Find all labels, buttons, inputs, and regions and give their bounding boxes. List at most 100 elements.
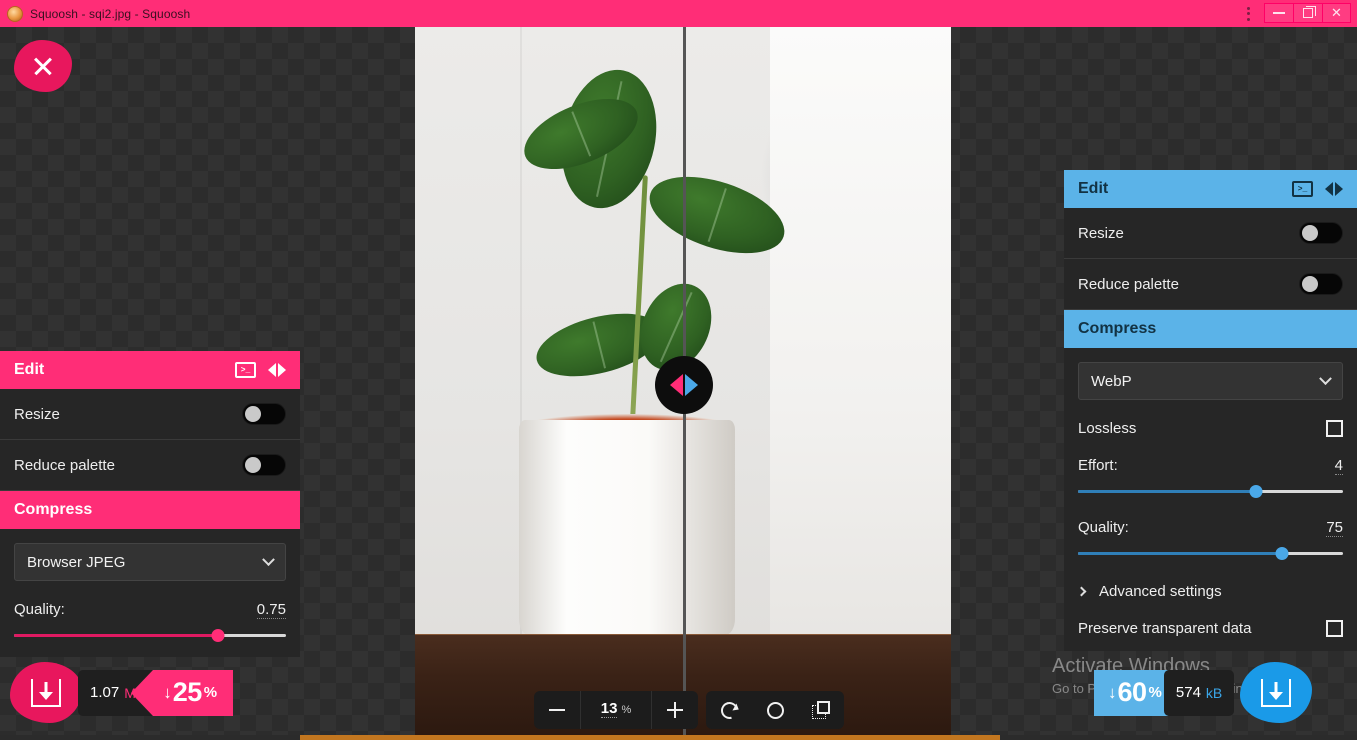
zoom-toolbar: 13 % [534, 691, 844, 729]
left-quality-slider[interactable] [14, 629, 286, 643]
window-controls: ✕ [1264, 2, 1351, 25]
left-file-size-value: 1.07 [90, 684, 120, 701]
close-icon [32, 55, 54, 77]
right-resize-label: Resize [1078, 224, 1124, 242]
right-edit-header[interactable]: Edit >_ [1064, 170, 1357, 208]
right-resize-row[interactable]: Resize [1064, 208, 1357, 259]
squoosh-favicon-icon [7, 5, 23, 22]
right-panel-body: Resize Reduce palette Compress WebP Loss… [1064, 208, 1357, 651]
zoom-level-group: 13 % [534, 691, 698, 729]
desktop-bottom-strip [0, 735, 1357, 740]
plant-stem [629, 175, 648, 441]
left-reduce-palette-toggle[interactable] [242, 454, 286, 476]
split-handle[interactable] [655, 356, 713, 414]
zoom-level-unit: % [621, 704, 632, 716]
toggle-background-icon[interactable] [752, 691, 798, 729]
right-codec-value: WebP [1091, 372, 1132, 390]
zoom-level-value-group[interactable]: 13 % [580, 691, 652, 729]
right-lossless-label: Lossless [1078, 420, 1137, 437]
right-download-button[interactable] [1240, 662, 1313, 723]
terminal-icon[interactable]: >_ [235, 362, 256, 378]
title-bar: Squoosh - sqi2.jpg - Squoosh ✕ [0, 0, 1357, 27]
chevron-down-icon [1319, 371, 1332, 385]
right-quality-row: Quality: 75 [1078, 519, 1343, 537]
right-delta-badge: ↓ 60 % [1094, 669, 1190, 716]
image-preview-stage[interactable] [415, 27, 951, 740]
rotate-icon[interactable] [706, 691, 752, 729]
left-delta-arrow: ↓ [163, 682, 172, 702]
right-lossless-checkbox[interactable] [1326, 420, 1343, 437]
preserve-transparent-checkbox[interactable] [1326, 620, 1343, 637]
left-compress-title: Compress [14, 501, 93, 518]
right-lossless-row[interactable]: Lossless [1078, 420, 1343, 437]
left-delta-value: 25 [172, 677, 203, 707]
right-delta-arrow: ↓ [1108, 682, 1117, 702]
right-quality-label: Quality: [1078, 519, 1129, 536]
right-effort-row: Effort: 4 [1078, 457, 1343, 475]
left-delta-badge: ↓ 25 % [131, 669, 234, 716]
left-compress-section: Browser JPEG Quality: 0.75 [0, 529, 300, 657]
left-result-group: 1.07 MB ↓ 25 % [10, 662, 234, 723]
right-file-size-unit: kB [1205, 684, 1223, 701]
swap-sides-icon[interactable] [1325, 182, 1343, 196]
right-resize-toggle[interactable] [1299, 222, 1343, 244]
right-delta-unit: % [1148, 684, 1162, 701]
right-file-size-value: 574 [1175, 684, 1201, 701]
chevron-right-icon [1076, 586, 1087, 597]
left-compress-header[interactable]: Compress [0, 491, 300, 529]
right-edit-title: Edit [1078, 180, 1109, 197]
bright-wall [770, 27, 951, 657]
right-reduce-palette-row[interactable]: Reduce palette [1064, 259, 1357, 310]
restore-icon[interactable] [1293, 2, 1322, 23]
right-result-group: ↓ 60 % 574 kB [1094, 662, 1313, 723]
left-quality-row: Quality: 0.75 [14, 601, 286, 619]
more-options-icon[interactable] [1236, 2, 1260, 26]
right-compress-section: WebP Lossless Effort: 4 Quality: 75 Adva… [1064, 348, 1357, 651]
right-effort-label: Effort: [1078, 457, 1118, 474]
left-options-panel: Edit >_ Resize Reduce palette Compress B… [0, 351, 300, 657]
right-quality-slider[interactable] [1078, 547, 1343, 561]
left-quality-value[interactable]: 0.75 [256, 601, 286, 619]
plant-pot [519, 420, 735, 635]
advanced-settings-toggle[interactable]: Advanced settings [1076, 583, 1343, 600]
right-compress-title: Compress [1078, 320, 1157, 337]
left-edit-title: Edit [14, 361, 45, 378]
left-resize-label: Resize [14, 405, 60, 423]
right-file-size: 574 kB [1163, 669, 1235, 716]
right-delta-value: 60 [1117, 677, 1148, 707]
right-reduce-palette-toggle[interactable] [1299, 273, 1343, 295]
right-effort-slider[interactable] [1078, 485, 1343, 499]
left-reduce-palette-row[interactable]: Reduce palette [0, 440, 300, 491]
download-icon [1261, 678, 1292, 707]
swap-sides-icon[interactable] [268, 363, 286, 377]
minimize-icon[interactable] [1264, 2, 1293, 23]
zoom-out-icon[interactable] [534, 691, 580, 729]
right-codec-select[interactable]: WebP [1078, 362, 1343, 400]
close-window-icon[interactable]: ✕ [1322, 2, 1351, 23]
left-edit-header[interactable]: Edit >_ [0, 351, 300, 389]
left-panel-body: Resize Reduce palette Compress Browser J… [0, 389, 300, 657]
toggle-original-icon[interactable] [798, 691, 844, 729]
zoom-in-icon[interactable] [652, 691, 698, 729]
left-resize-row[interactable]: Resize [0, 389, 300, 440]
squoosh-app-window: Squoosh - sqi2.jpg - Squoosh ✕ Activate … [0, 0, 1357, 740]
left-resize-toggle[interactable] [242, 403, 286, 425]
view-tools-group [706, 691, 844, 729]
right-effort-value[interactable]: 4 [1334, 457, 1343, 475]
download-icon [31, 678, 61, 707]
right-quality-value[interactable]: 75 [1326, 519, 1343, 537]
blue-right-arrow-icon [685, 374, 698, 396]
close-image-button[interactable] [14, 40, 72, 92]
chevron-down-icon [262, 552, 275, 566]
preserve-transparent-label: Preserve transparent data [1078, 620, 1252, 637]
window-title: Squoosh - sqi2.jpg - Squoosh [30, 6, 191, 21]
left-reduce-palette-label: Reduce palette [14, 456, 115, 474]
preserve-transparent-row[interactable]: Preserve transparent data [1078, 620, 1343, 637]
right-compress-header[interactable]: Compress [1064, 310, 1357, 348]
left-delta-unit: % [203, 684, 218, 701]
left-codec-value: Browser JPEG [27, 553, 126, 571]
left-download-button[interactable] [10, 662, 82, 723]
terminal-icon[interactable]: >_ [1292, 181, 1313, 197]
zoom-level-value: 13 [600, 700, 618, 718]
left-codec-select[interactable]: Browser JPEG [14, 543, 286, 581]
